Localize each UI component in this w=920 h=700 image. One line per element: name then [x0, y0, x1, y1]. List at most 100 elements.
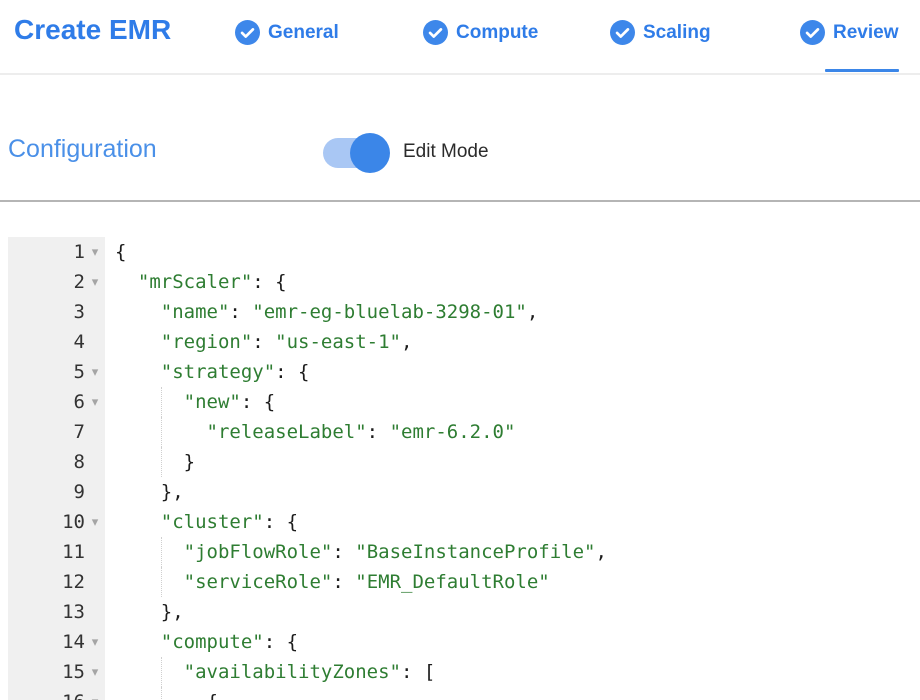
check-circle-icon [800, 20, 825, 45]
indentation [115, 661, 184, 683]
edit-mode-toggle[interactable] [323, 138, 387, 168]
json-punctuation-token: : { [264, 631, 298, 653]
step-label: Review [833, 22, 898, 44]
code-line[interactable]: 4 "region": "us-east-1", [0, 327, 920, 357]
gutter-cell: 11 [8, 537, 105, 567]
line-number: 11 [62, 537, 85, 567]
code-line[interactable]: 9 }, [0, 477, 920, 507]
json-punctuation-token: : [ [401, 661, 435, 683]
check-circle-icon [610, 20, 635, 45]
step-general[interactable]: General [235, 0, 339, 73]
indentation [115, 331, 161, 353]
code-line-content[interactable]: { [105, 687, 920, 700]
indent-guide [161, 657, 162, 687]
code-line[interactable]: 3 "name": "emr-eg-bluelab-3298-01", [0, 297, 920, 327]
gutter-cell: 8 [8, 447, 105, 477]
json-string-token: "region" [161, 331, 253, 353]
code-line-content[interactable]: "releaseLabel": "emr-6.2.0" [105, 417, 920, 447]
json-string-token: "jobFlowRole" [184, 541, 333, 563]
indentation [115, 271, 138, 293]
line-number: 4 [74, 327, 85, 357]
fold-chevron-down-icon[interactable]: ▾ [85, 267, 105, 297]
json-punctuation-token: : [332, 571, 355, 593]
indent-guide [161, 447, 162, 477]
gutter-cell: 9 [8, 477, 105, 507]
line-number: 15 [62, 657, 85, 687]
indentation [115, 631, 161, 653]
code-line-content[interactable]: }, [105, 597, 920, 627]
gutter-cell: 2▾ [8, 267, 105, 297]
code-line[interactable]: 8 } [0, 447, 920, 477]
code-line-content[interactable]: { [105, 237, 920, 267]
fold-chevron-down-icon[interactable]: ▾ [85, 507, 105, 537]
code-line-content[interactable]: }, [105, 477, 920, 507]
code-line-content[interactable]: "compute": { [105, 627, 920, 657]
code-line-content[interactable]: "serviceRole": "EMR_DefaultRole" [105, 567, 920, 597]
fold-chevron-down-icon[interactable]: ▾ [85, 627, 105, 657]
json-punctuation-token: }, [161, 481, 184, 503]
step-label: Compute [456, 22, 538, 44]
code-line[interactable]: 6▾ "new": { [0, 387, 920, 417]
json-string-token: "strategy" [161, 361, 275, 383]
json-punctuation-token: , [527, 301, 538, 323]
gutter-cell: 16▾ [8, 687, 105, 700]
indent-guide [161, 567, 162, 597]
code-line-content[interactable]: "mrScaler": { [105, 267, 920, 297]
json-code-editor[interactable]: 1▾{2▾ "mrScaler": {3 "name": "emr-eg-blu… [0, 237, 920, 700]
step-compute[interactable]: Compute [423, 0, 538, 73]
gutter-cell: 6▾ [8, 387, 105, 417]
line-number: 5 [74, 357, 85, 387]
json-string-token: "us-east-1" [275, 331, 401, 353]
code-line[interactable]: 16▾ { [0, 687, 920, 700]
code-line-content[interactable]: } [105, 447, 920, 477]
code-line-content[interactable]: "jobFlowRole": "BaseInstanceProfile", [105, 537, 920, 567]
line-number: 6 [74, 387, 85, 417]
edit-mode-label: Edit Mode [403, 141, 489, 163]
code-line[interactable]: 14▾ "compute": { [0, 627, 920, 657]
json-string-token: "EMR_DefaultRole" [355, 571, 549, 593]
code-line[interactable]: 1▾{ [0, 237, 920, 267]
indentation [115, 601, 161, 623]
code-line[interactable]: 13 }, [0, 597, 920, 627]
code-lines: 1▾{2▾ "mrScaler": {3 "name": "emr-eg-blu… [0, 237, 920, 700]
code-line[interactable]: 10▾ "cluster": { [0, 507, 920, 537]
code-line-content[interactable]: "cluster": { [105, 507, 920, 537]
indent-guide [161, 687, 162, 700]
indent-guide [161, 387, 162, 417]
json-string-token: "serviceRole" [184, 571, 333, 593]
gutter-cell: 13 [8, 597, 105, 627]
step-label: General [268, 22, 339, 44]
gutter-cell: 14▾ [8, 627, 105, 657]
gutter-cell: 12 [8, 567, 105, 597]
code-line[interactable]: 11 "jobFlowRole": "BaseInstanceProfile", [0, 537, 920, 567]
toggle-knob[interactable] [350, 133, 390, 173]
section-title: Configuration [8, 135, 157, 164]
code-line-content[interactable]: "region": "us-east-1", [105, 327, 920, 357]
code-line[interactable]: 7 "releaseLabel": "emr-6.2.0" [0, 417, 920, 447]
fold-chevron-down-icon[interactable]: ▾ [85, 687, 105, 700]
fold-chevron-down-icon[interactable]: ▾ [85, 357, 105, 387]
code-line[interactable]: 2▾ "mrScaler": { [0, 267, 920, 297]
step-scaling[interactable]: Scaling [610, 0, 711, 73]
json-punctuation-token: { [207, 691, 218, 700]
fold-chevron-down-icon[interactable]: ▾ [85, 237, 105, 267]
code-line-content[interactable]: "availabilityZones": [ [105, 657, 920, 687]
json-string-token: "mrScaler" [138, 271, 252, 293]
code-line-content[interactable]: "name": "emr-eg-bluelab-3298-01", [105, 297, 920, 327]
json-punctuation-token: : [332, 541, 355, 563]
code-line[interactable]: 5▾ "strategy": { [0, 357, 920, 387]
line-number: 14 [62, 627, 85, 657]
code-line-content[interactable]: "new": { [105, 387, 920, 417]
line-number: 9 [74, 477, 85, 507]
fold-chevron-down-icon[interactable]: ▾ [85, 387, 105, 417]
code-line-content[interactable]: "strategy": { [105, 357, 920, 387]
step-review[interactable]: Review [800, 0, 898, 73]
line-number: 7 [74, 417, 85, 447]
code-line[interactable]: 15▾ "availabilityZones": [ [0, 657, 920, 687]
section-divider [0, 200, 920, 202]
code-line[interactable]: 12 "serviceRole": "EMR_DefaultRole" [0, 567, 920, 597]
indentation [115, 451, 184, 473]
fold-chevron-down-icon[interactable]: ▾ [85, 657, 105, 687]
configuration-section: Configuration Edit Mode [0, 133, 920, 173]
gutter-cell: 15▾ [8, 657, 105, 687]
